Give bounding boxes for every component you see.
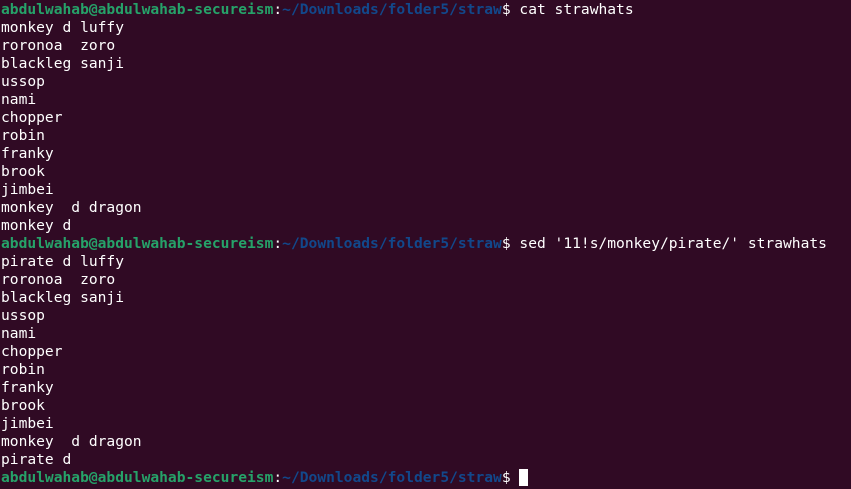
output-line: jimbei [1,181,54,198]
output-line: blackleg sanji [1,55,125,72]
output-line: jimbei [1,415,54,432]
prompt-symbol: $ [501,235,520,252]
terminal-window[interactable]: abdulwahab@abdulwahab-secureism:~/Downlo… [0,0,851,489]
prompt-user-host: abdulwahab@abdulwahab-secureism [1,1,274,18]
output-line: monkey d dragon [1,199,142,216]
output-line: brook [1,397,45,414]
prompt-symbol: $ [501,469,520,486]
text-cursor [519,469,529,486]
output-line: chopper [1,343,63,360]
output-line: nami [1,91,37,108]
prompt-line: abdulwahab@abdulwahab-secureism:~/Downlo… [1,1,851,19]
command-text: cat strawhats [519,1,634,18]
prompt-user-host: abdulwahab@abdulwahab-secureism [1,469,274,486]
command-text: sed '11!s/monkey/pirate/' strawhats [519,235,827,252]
prompt-path: ~/Downloads/folder5/straw [282,1,502,18]
output-line: roronoa zoro [1,37,116,54]
output-line: robin [1,361,45,378]
output-line: franky [1,145,54,162]
output-line: ussop [1,307,45,324]
prompt-path: ~/Downloads/folder5/straw [282,235,502,252]
terminal-output: abdulwahab@abdulwahab-secureism:~/Downlo… [1,1,851,487]
prompt-colon: : [273,1,283,18]
prompt-user-host: abdulwahab@abdulwahab-secureism [1,235,274,252]
output-line: monkey d luffy [1,19,125,36]
output-line: pirate d luffy [1,253,125,270]
prompt-symbol: $ [501,1,520,18]
prompt-line: abdulwahab@abdulwahab-secureism:~/Downlo… [1,469,851,487]
output-line: franky [1,379,54,396]
output-line: monkey d [1,217,72,234]
output-line: roronoa zoro [1,271,116,288]
output-line: chopper [1,109,63,126]
output-line: blackleg sanji [1,289,125,306]
output-line: brook [1,163,45,180]
output-line: nami [1,325,37,342]
output-line: pirate d [1,451,72,468]
output-line: monkey d dragon [1,433,142,450]
prompt-colon: : [273,235,283,252]
prompt-line: abdulwahab@abdulwahab-secureism:~/Downlo… [1,235,851,253]
output-line: ussop [1,73,45,90]
output-line: robin [1,127,45,144]
prompt-path: ~/Downloads/folder5/straw [282,469,502,486]
prompt-colon: : [273,469,283,486]
